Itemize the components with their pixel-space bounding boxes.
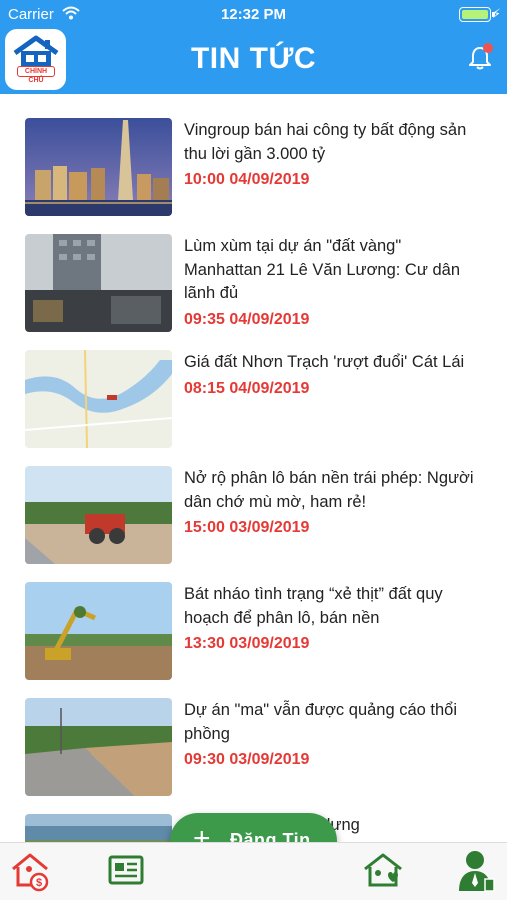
news-title: Bát nháo tình trạng “xẻ thịt” đất quy ho… (184, 583, 474, 656)
status-bar: Carrier 12:32 PM ⚡ (0, 0, 507, 30)
news-item[interactable]: Bát nháo tình trạng “xẻ thịt” đất quy ho… (25, 582, 485, 682)
news-thumbnail (25, 118, 172, 216)
news-time: 13:30 03/09/2019 (184, 635, 310, 652)
tab-agent[interactable] (458, 849, 496, 898)
svg-text:$: $ (36, 877, 42, 889)
status-time: 12:32 PM (220, 6, 287, 23)
charging-icon: ⚡ (491, 6, 501, 21)
news-time: 10:00 04/09/2019 (184, 171, 310, 188)
news-item[interactable]: Nở rộ phân lô bán nền trái phép: Người d… (25, 466, 485, 566)
news-thumbnail (25, 466, 172, 564)
news-thumbnail (25, 814, 172, 842)
news-title: Giá đất Nhơn Trạch 'rượt đuổi' Cát Lái 0… (184, 351, 474, 400)
app-header: CHÍNH CHỦ TIN TỨC (0, 29, 507, 94)
bottom-tab-bar: $ (0, 842, 507, 900)
news-thumbnail (25, 698, 172, 796)
news-title: Nở rộ phân lô bán nền trái phép: Người d… (184, 467, 474, 540)
battery-icon (459, 7, 495, 22)
news-time: 09:30 03/09/2019 (184, 751, 310, 768)
tab-favorite-homes[interactable] (362, 851, 404, 896)
news-title: Lùm xùm tại dự án "đất vàng" Manhattan 2… (184, 235, 474, 331)
news-title: Vingroup bán hai công ty bất động sản th… (184, 119, 474, 192)
tab-news[interactable] (108, 855, 144, 890)
news-title: Dự án "ma" vẫn được quảng cáo thổi phồng… (184, 699, 474, 772)
news-time: 08:15 04/09/2019 (184, 379, 310, 397)
home-price-icon: $ (12, 853, 49, 892)
notification-button[interactable] (469, 43, 493, 75)
tab-home-price[interactable]: $ (10, 851, 50, 898)
news-item[interactable]: Lùm xùm tại dự án "đất vàng" Manhattan 2… (25, 234, 485, 334)
home-heart-icon (364, 853, 402, 887)
news-thumbnail (25, 350, 172, 448)
page-title: TIN TỨC (190, 42, 317, 75)
notification-dot (483, 43, 493, 53)
news-item[interactable]: Giá đất Nhơn Trạch 'rượt đuổi' Cát Lái 0… (25, 350, 485, 450)
news-thumbnail (25, 234, 172, 332)
news-time: 09:35 04/09/2019 (184, 310, 310, 328)
news-list[interactable]: Vingroup bán hai công ty bất động sản th… (0, 94, 507, 842)
news-item[interactable]: Dự án "ma" vẫn được quảng cáo thổi phồng… (25, 698, 485, 798)
agent-icon (459, 851, 495, 892)
news-icon (108, 855, 144, 885)
news-item[interactable]: Vingroup bán hai công ty bất động sản th… (25, 118, 485, 218)
news-thumbnail (25, 582, 172, 680)
news-time: 15:00 03/09/2019 (184, 519, 310, 536)
